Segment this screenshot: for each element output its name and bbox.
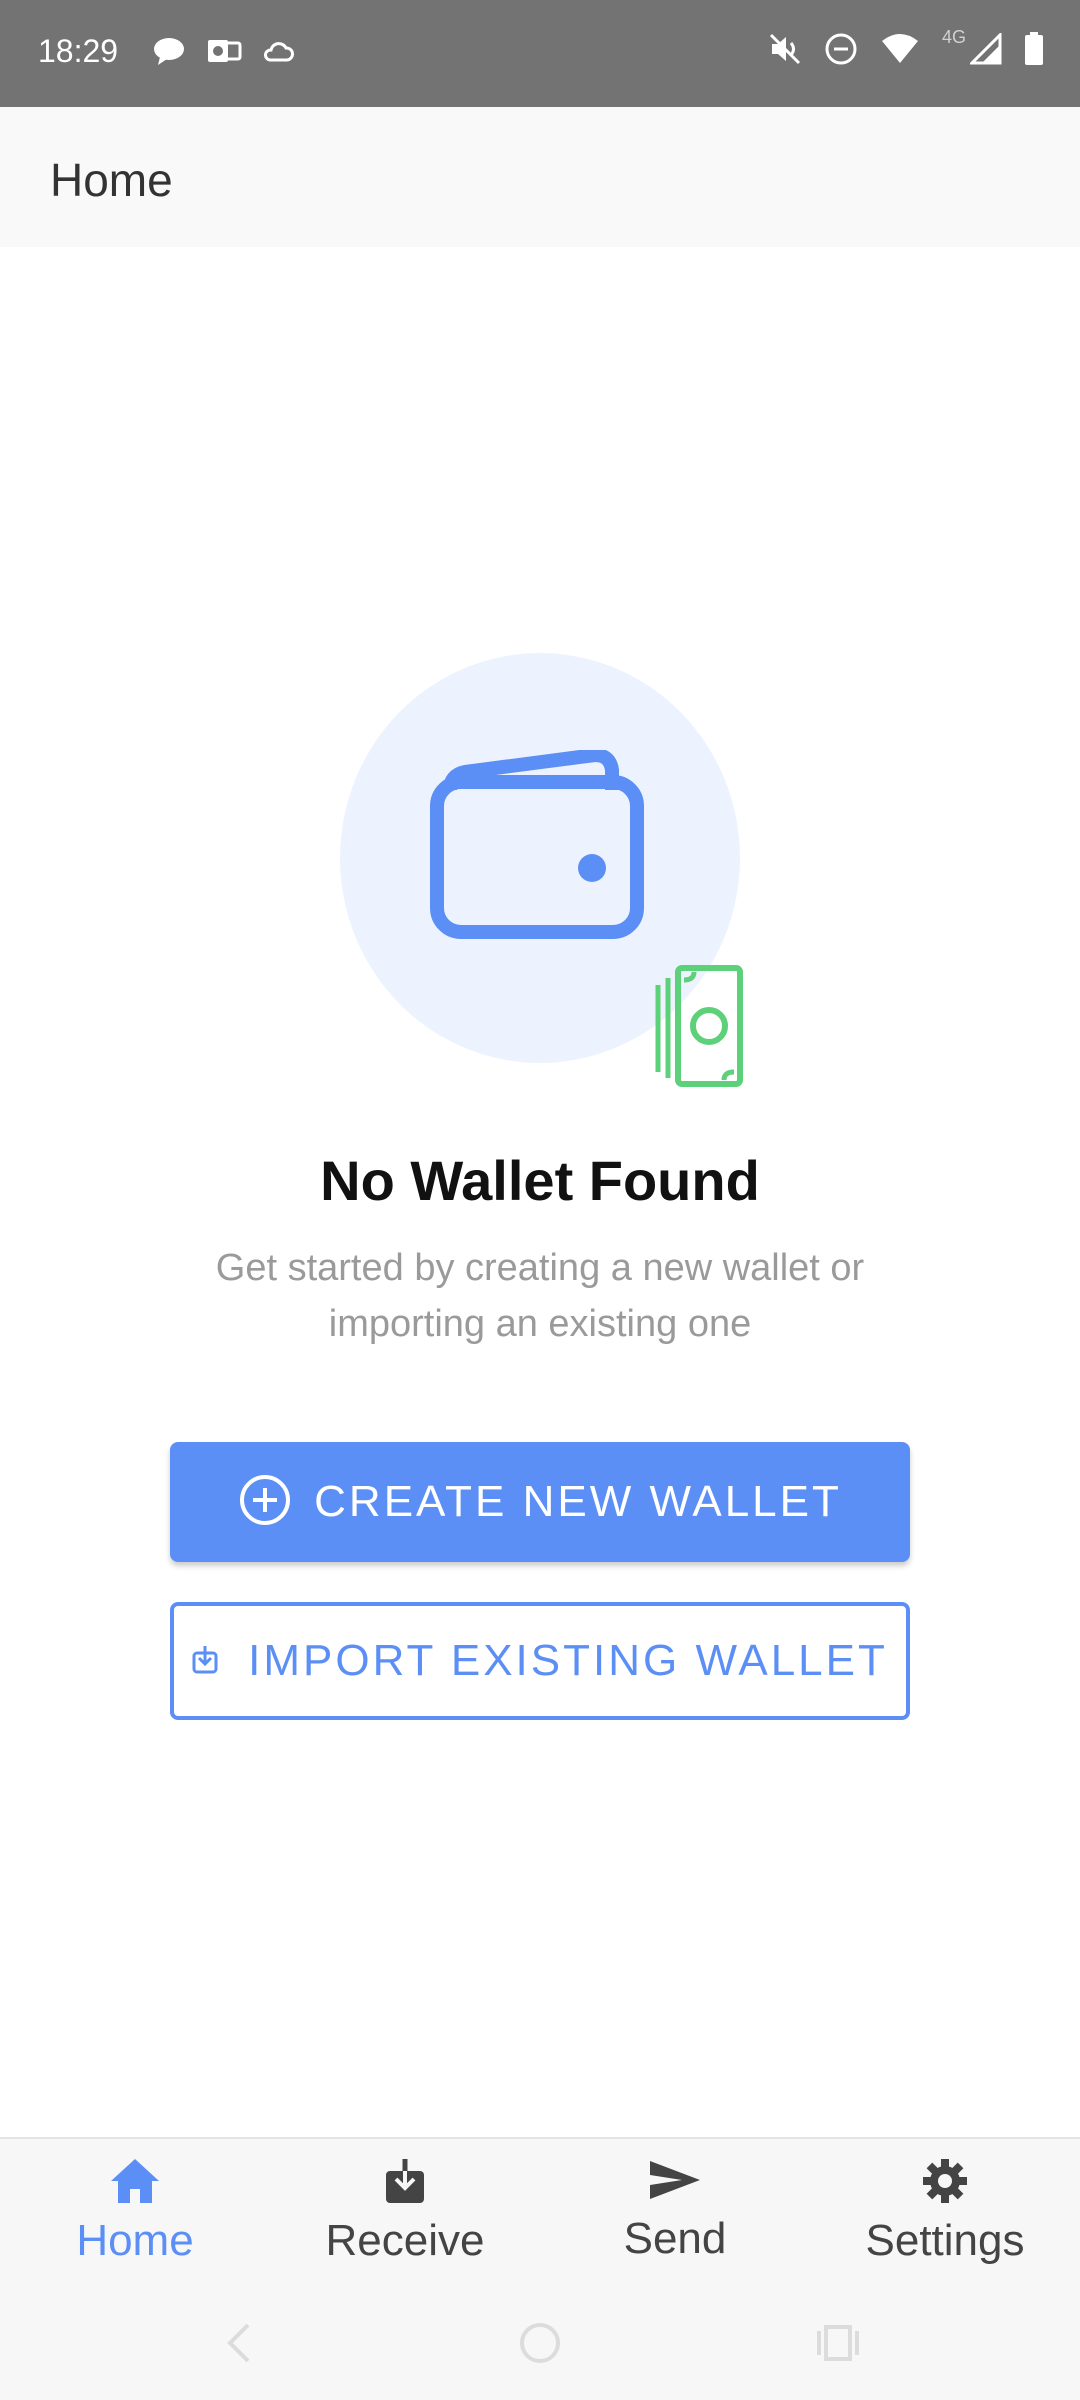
money-icon <box>650 960 750 1095</box>
wallet-icon <box>430 748 650 955</box>
system-navigation-bar <box>0 2287 1080 2400</box>
back-icon[interactable] <box>222 2321 254 2370</box>
nav-item-send[interactable]: Send <box>565 2157 785 2264</box>
network-type: 4G <box>941 26 966 47</box>
signal-icon <box>970 33 1002 65</box>
nav-label-send: Send <box>623 2214 727 2263</box>
app-bar: Home <box>0 107 1080 247</box>
home-icon <box>109 2157 161 2210</box>
page-title: Home <box>50 154 173 206</box>
create-wallet-label: CREATE NEW WALLET <box>314 1477 842 1526</box>
dnd-icon <box>824 32 858 66</box>
import-wallet-button[interactable]: IMPORT EXISTING WALLET <box>170 1602 910 1720</box>
nav-item-settings[interactable]: Settings <box>835 2157 1055 2266</box>
wifi-icon <box>880 33 920 65</box>
nav-label-settings: Settings <box>865 2216 1025 2265</box>
notification-icons <box>152 36 294 66</box>
settings-icon <box>921 2157 969 2210</box>
empty-state-title: No Wallet Found <box>320 1149 760 1212</box>
import-wallet-label: IMPORT EXISTING WALLET <box>248 1636 888 1685</box>
bottom-navigation: Home Receive Send Settings <box>0 2137 1080 2289</box>
empty-state-subtitle: Get started by creating a new wallet or … <box>215 1247 865 1345</box>
import-icon <box>192 1644 218 1679</box>
status-time: 18:29 <box>38 33 119 69</box>
receive-icon <box>383 2157 427 2210</box>
status-bar: 18:29 4G <box>0 0 1080 107</box>
plus-circle-icon <box>238 1473 292 1532</box>
chat-icon <box>152 36 186 66</box>
create-wallet-button[interactable]: CREATE NEW WALLET <box>170 1442 910 1562</box>
cloud-icon <box>262 38 294 64</box>
nav-item-receive[interactable]: Receive <box>295 2157 515 2266</box>
nav-item-home[interactable]: Home <box>25 2157 245 2266</box>
send-icon <box>648 2157 702 2208</box>
outlook-icon <box>206 36 242 66</box>
mute-icon <box>768 32 802 66</box>
nav-label-home: Home <box>76 2216 194 2265</box>
home-circle-icon[interactable] <box>518 2321 562 2370</box>
system-status-icons: 4G <box>768 27 1044 66</box>
nav-label-receive: Receive <box>325 2216 485 2265</box>
recents-icon[interactable] <box>816 2321 860 2370</box>
battery-icon <box>1024 32 1044 66</box>
